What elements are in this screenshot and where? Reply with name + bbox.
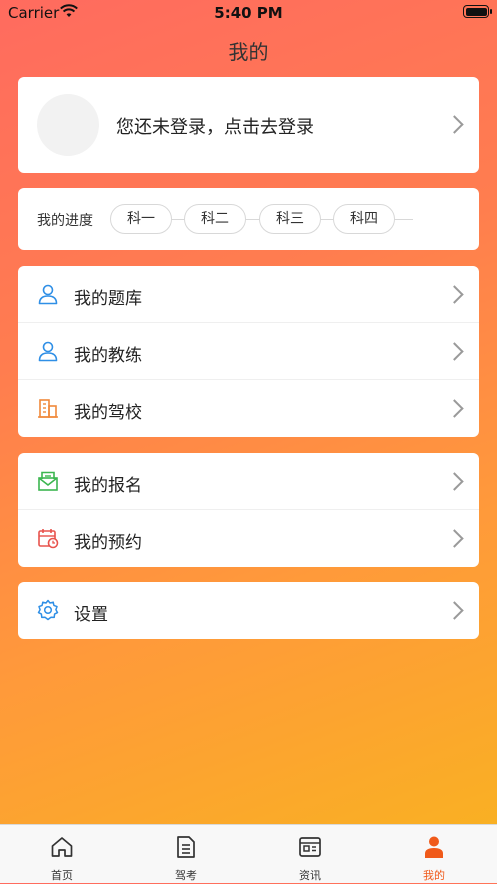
step-ke-1[interactable]: 科一	[110, 204, 172, 234]
progress-label: 我的进度	[37, 213, 93, 229]
menu-item-label: 我的报名	[74, 476, 142, 496]
gear-icon	[37, 599, 59, 621]
menu-item-driving-school[interactable]: 我的驾校	[18, 380, 479, 437]
tab-driving-exam[interactable]: 驾考	[124, 825, 248, 884]
menu-item-label: 设置	[74, 605, 108, 625]
menu-group-learning: 我的题库 我的教练 我的驾校	[18, 266, 479, 437]
tab-label: 首页	[51, 869, 73, 882]
user-outline-icon	[38, 341, 58, 362]
menu-group-settings: 设置	[18, 582, 479, 639]
envelope-icon	[38, 471, 58, 491]
calendar-clock-icon	[38, 529, 59, 549]
progress-card: 我的进度 科一 科二 科三 科四	[18, 188, 479, 250]
chevron-right-icon	[445, 399, 464, 418]
tab-home[interactable]: 首页	[0, 825, 124, 884]
menu-item-settings[interactable]: 设置	[18, 582, 479, 639]
chevron-right-icon	[445, 529, 464, 548]
tab-label: 我的	[423, 869, 445, 882]
user-outline-icon	[38, 284, 58, 305]
battery-icon	[463, 5, 492, 18]
person-filled-icon	[425, 836, 443, 858]
menu-item-label: 我的题库	[74, 289, 142, 309]
menu-item-label: 我的驾校	[74, 403, 142, 423]
menu-item-coach[interactable]: 我的教练	[18, 323, 479, 380]
tab-bar: 首页 驾考 资讯 我的	[0, 824, 497, 883]
step-ke-4[interactable]: 科四	[333, 204, 395, 234]
login-card[interactable]: 您还未登录，点击去登录	[18, 77, 479, 173]
document-icon	[177, 836, 195, 858]
avatar	[37, 94, 99, 156]
page-title: 我的	[228, 40, 269, 64]
chevron-right-icon	[445, 601, 464, 620]
menu-item-label: 我的教练	[74, 346, 142, 366]
login-prompt: 您还未登录，点击去登录	[116, 117, 314, 138]
chevron-right-icon	[445, 342, 464, 361]
news-icon	[299, 837, 321, 857]
menu-group-registration: 我的报名 我的预约	[18, 453, 479, 567]
step-ke-3[interactable]: 科三	[259, 204, 321, 234]
home-icon	[51, 837, 73, 857]
menu-item-label: 我的预约	[74, 533, 142, 553]
menu-item-appointment[interactable]: 我的预约	[18, 510, 479, 567]
tab-news[interactable]: 资讯	[248, 825, 372, 884]
menu-item-registration[interactable]: 我的报名	[18, 453, 479, 510]
status-bar: Carrier 5:40 PM	[0, 0, 497, 26]
clock: 5:40 PM	[214, 4, 283, 22]
building-icon	[38, 399, 58, 418]
chevron-right-icon	[445, 285, 464, 304]
step-ke-2[interactable]: 科二	[184, 204, 246, 234]
tab-label: 驾考	[175, 869, 197, 882]
tab-mine[interactable]: 我的	[372, 825, 496, 884]
chevron-right-icon	[445, 115, 464, 134]
tab-label: 资讯	[299, 869, 321, 882]
chevron-right-icon	[445, 472, 464, 491]
menu-item-question-bank[interactable]: 我的题库	[18, 266, 479, 323]
